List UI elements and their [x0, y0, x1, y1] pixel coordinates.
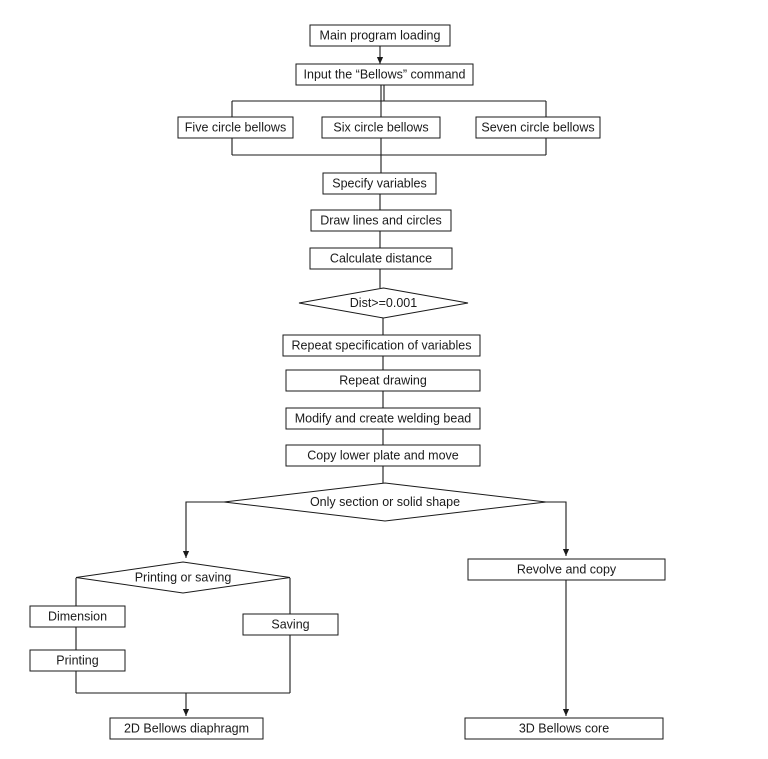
node-label: Printing	[56, 653, 98, 667]
flow-node-seven_circle_bellows[interactable]: Seven circle bellows	[475, 116, 601, 139]
flow-node-repeat_specification_of_variables[interactable]: Repeat specification of variables	[282, 334, 481, 357]
node-label: Calculate distance	[330, 251, 432, 265]
node-label: Dimension	[48, 609, 107, 623]
connector-line	[546, 501, 567, 556]
node-label: 2D Bellows diaphragm	[124, 721, 249, 735]
flow-node-calculate_distance[interactable]: Calculate distance	[309, 247, 453, 270]
flow-connector	[562, 580, 570, 716]
flow-node-main_program_loading[interactable]: Main program loading	[309, 24, 451, 47]
flow-node-repeat_drawing[interactable]: Repeat drawing	[285, 369, 481, 392]
flow-node-printing[interactable]: Printing	[29, 649, 126, 672]
node-label: Main program loading	[320, 28, 441, 42]
flow-node-six_circle_bellows[interactable]: Six circle bellows	[321, 116, 441, 139]
node-label: Specify variables	[332, 176, 427, 190]
flow-node-five_circle_bellows[interactable]: Five circle bellows	[177, 116, 294, 139]
flow-node-dist_check[interactable]: Dist>=0.001	[298, 287, 469, 319]
flow-node-three_d_bellows_core[interactable]: 3D Bellows core	[464, 717, 664, 740]
node-label: Repeat drawing	[339, 373, 427, 387]
flow-node-dimension[interactable]: Dimension	[29, 605, 126, 628]
node-label: Seven circle bellows	[481, 120, 594, 134]
node-label: Copy lower plate and move	[307, 448, 459, 462]
flow-node-draw_lines_and_circles[interactable]: Draw lines and circles	[310, 209, 452, 232]
node-label: Five circle bellows	[185, 120, 286, 134]
flow-node-modify_and_create_welding_bead[interactable]: Modify and create welding bead	[285, 407, 481, 430]
node-label: 3D Bellows core	[519, 721, 609, 735]
node-label: Modify and create welding bead	[295, 411, 472, 425]
node-label: Draw lines and circles	[320, 213, 442, 227]
flow-node-only_section_or_solid_shape[interactable]: Only section or solid shape	[223, 482, 547, 522]
connector-line	[185, 501, 224, 558]
flow-node-two_d_bellows_diaphragm[interactable]: 2D Bellows diaphragm	[109, 717, 264, 740]
flow-connector	[182, 693, 190, 716]
flow-connector	[546, 501, 570, 556]
flowchart-svg: Main program loading Input the “Bellows” …	[0, 0, 768, 759]
node-label: Repeat specification of variables	[292, 338, 472, 352]
nodes-layer: Main program loading Input the “Bellows” …	[29, 24, 666, 740]
node-label: Printing or saving	[135, 570, 232, 584]
flow-node-saving[interactable]: Saving	[242, 613, 339, 636]
arrowhead-icon	[376, 57, 384, 64]
flow-node-input_bellows_command[interactable]: Input the “Bellows” command	[295, 63, 474, 86]
node-label: Six circle bellows	[333, 120, 428, 134]
arrowhead-icon	[182, 551, 190, 558]
flow-node-revolve_and_copy[interactable]: Revolve and copy	[467, 558, 666, 581]
flow-node-specify_variables[interactable]: Specify variables	[322, 172, 437, 195]
node-label: Only section or solid shape	[310, 495, 460, 509]
node-label: Dist>=0.001	[350, 296, 417, 310]
flow-node-copy_lower_plate_and_move[interactable]: Copy lower plate and move	[285, 444, 481, 467]
arrowhead-icon	[562, 709, 570, 716]
node-label: Revolve and copy	[517, 562, 617, 576]
flow-connector	[376, 46, 384, 64]
flowchart-canvas: Main program loading Input the “Bellows” …	[0, 0, 768, 759]
arrowhead-icon	[562, 549, 570, 556]
node-label: Saving	[271, 617, 309, 631]
flow-node-printing_or_saving[interactable]: Printing or saving	[75, 561, 291, 594]
arrowhead-icon	[182, 709, 190, 716]
node-label: Input the “Bellows” command	[304, 67, 466, 81]
flow-connector	[182, 501, 224, 558]
